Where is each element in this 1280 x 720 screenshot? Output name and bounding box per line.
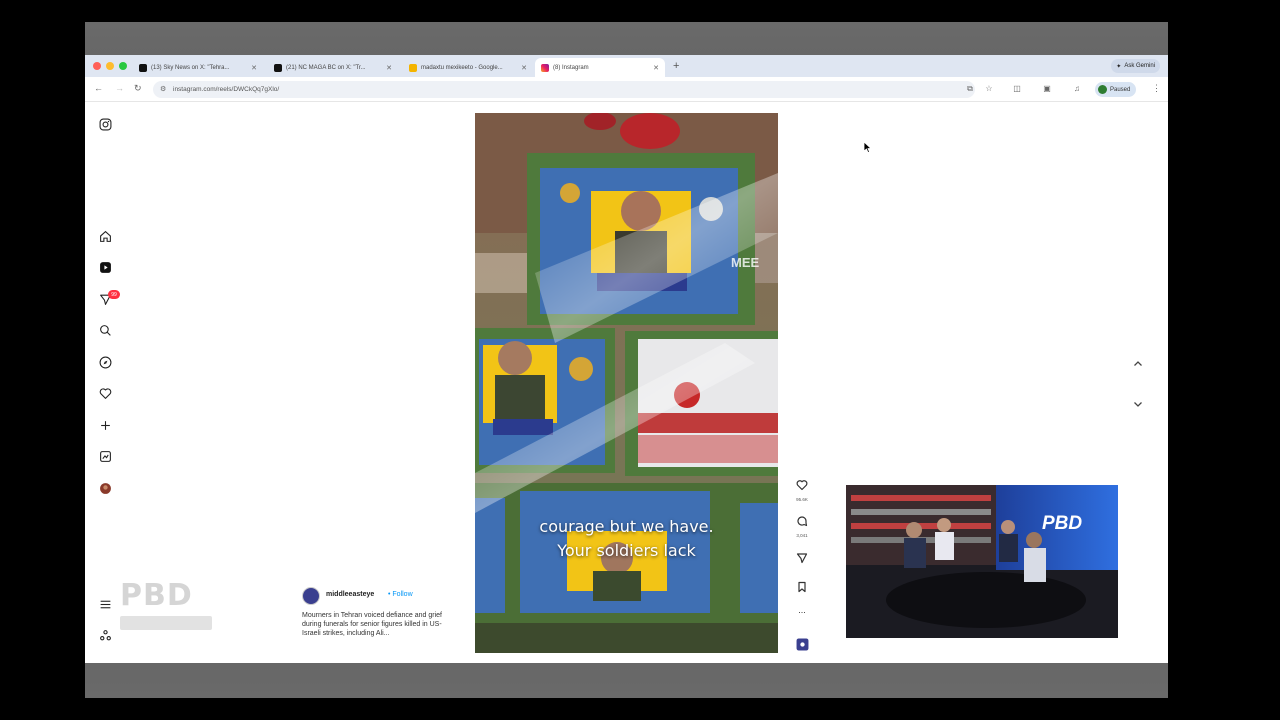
tab-label: (13) Sky News on X: "Tehra...: [151, 64, 230, 71]
audio-avatar[interactable]: [793, 638, 811, 656]
ask-gemini-button[interactable]: ✦ Ask Gemini: [1111, 59, 1160, 73]
tab-nc-maga[interactable]: (21) NC MAGA BC on X: "Tr... ✕: [268, 58, 398, 77]
share-button[interactable]: [793, 551, 811, 569]
reels-icon[interactable]: [98, 260, 112, 274]
side-panel-icon[interactable]: ▣: [1042, 84, 1052, 94]
share-icon: [796, 553, 808, 564]
pip-logo: PBD: [1042, 513, 1083, 534]
like-button[interactable]: 95.6K: [793, 478, 811, 502]
comment-icon: [797, 516, 808, 527]
more-options-button[interactable]: ...: [793, 605, 811, 615]
back-arrow-icon[interactable]: ←: [94, 83, 103, 93]
author-username[interactable]: middleeasteye: [326, 591, 374, 598]
browser-menu-icon[interactable]: ⋮: [1152, 83, 1161, 94]
follow-button[interactable]: • Follow: [388, 591, 413, 598]
close-window-button[interactable]: [93, 62, 101, 70]
tab-label: (8) Instagram: [553, 64, 589, 71]
author-avatar[interactable]: [302, 587, 320, 605]
tab-sky-news[interactable]: (13) Sky News on X: "Tehra... ✕: [133, 58, 263, 77]
tab-label: madaxtu mexikeeto - Google...: [421, 64, 503, 71]
audio-thumbnail-icon: [796, 638, 808, 651]
video-subtitle: courage but we have. Your soldiers lack: [539, 517, 714, 560]
also-from-meta-icon[interactable]: [98, 628, 112, 642]
chevron-down-icon: [1134, 402, 1142, 407]
tab-google-doc[interactable]: madaxtu mexikeeto - Google... ✕: [403, 58, 533, 77]
instagram-reels-page: 99 PBD middleeasteye • Follow Mourners i…: [85, 103, 1168, 663]
comment-count: 3,041: [796, 533, 808, 538]
more-menu-icon[interactable]: [98, 597, 112, 611]
x-logo-icon: [274, 63, 282, 72]
bookmark-icon: [798, 581, 806, 593]
next-reel-button[interactable]: [1127, 393, 1149, 415]
bookmark-star-icon[interactable]: ☆: [984, 84, 994, 94]
instagram-logo-icon[interactable]: [98, 117, 112, 131]
watermark-subtitle-bar: [120, 616, 212, 630]
x-logo-icon: [139, 63, 147, 72]
home-icon[interactable]: [98, 229, 112, 243]
extensions-icon[interactable]: ◫: [1012, 84, 1022, 94]
reel-video-frame: [475, 113, 778, 653]
media-controls-icon[interactable]: ♫: [1072, 84, 1082, 94]
close-tab-icon[interactable]: ✕: [521, 64, 527, 72]
tab-strip: (13) Sky News on X: "Tehra... ✕ (21) NC …: [85, 55, 1168, 77]
heart-icon: [796, 480, 808, 491]
chevron-up-icon: [1134, 361, 1142, 366]
post-caption[interactable]: Mourners in Tehran voiced defiance and g…: [302, 611, 454, 638]
save-button[interactable]: [793, 580, 811, 598]
reload-icon[interactable]: ↻: [134, 83, 142, 94]
search-icon[interactable]: [98, 323, 112, 337]
browser-toolbar: ← → ↻ ⚙ instagram.com/reels/DWCkQq7gXlo/…: [85, 77, 1168, 102]
comment-button[interactable]: 3,041: [793, 514, 811, 538]
browser-window: (13) Sky News on X: "Tehra... ✕ (21) NC …: [85, 55, 1168, 663]
explore-compass-icon[interactable]: [98, 355, 112, 369]
url-text: instagram.com/reels/DWCkQq7gXlo/: [173, 86, 280, 93]
close-tab-icon[interactable]: ✕: [653, 64, 659, 72]
close-tab-icon[interactable]: ✕: [251, 64, 257, 72]
address-bar[interactable]: ⚙ instagram.com/reels/DWCkQq7gXlo/: [153, 81, 975, 98]
mouse-cursor-icon: [864, 142, 872, 153]
forward-arrow-icon[interactable]: →: [115, 83, 124, 93]
tab-instagram[interactable]: (8) Instagram ✕: [535, 58, 665, 77]
like-count: 95.6K: [796, 497, 808, 502]
profile-paused-button[interactable]: Paused: [1095, 82, 1137, 97]
notification-badge: 99: [108, 290, 120, 299]
notifications-heart-icon[interactable]: [98, 386, 112, 400]
minimize-window-button[interactable]: [106, 62, 114, 70]
profile-avatar-icon[interactable]: [98, 481, 112, 495]
create-plus-icon[interactable]: [98, 418, 112, 432]
pbd-watermark-logo: PBD: [120, 578, 214, 632]
dashboard-icon[interactable]: [98, 449, 112, 463]
install-app-icon[interactable]: ⧉: [965, 84, 975, 94]
new-tab-icon[interactable]: +: [673, 60, 679, 72]
site-info-icon[interactable]: ⚙: [160, 85, 166, 93]
close-tab-icon[interactable]: ✕: [386, 64, 392, 72]
tab-label: (21) NC MAGA BC on X: "Tr...: [286, 64, 366, 71]
google-docs-icon: [409, 63, 417, 72]
gemini-icon: ✦: [1116, 63, 1122, 70]
studio-scene: [846, 485, 1118, 638]
profile-avatar: [1098, 85, 1107, 94]
video-watermark: MEE: [731, 255, 760, 270]
reel-video-player[interactable]: MEE courage but we have. Your soldiers l…: [475, 113, 778, 653]
instagram-icon: [541, 63, 549, 72]
previous-reel-button[interactable]: [1127, 353, 1149, 375]
maximize-window-button[interactable]: [119, 62, 127, 70]
studio-camera-overlay: PBD: [846, 485, 1118, 638]
